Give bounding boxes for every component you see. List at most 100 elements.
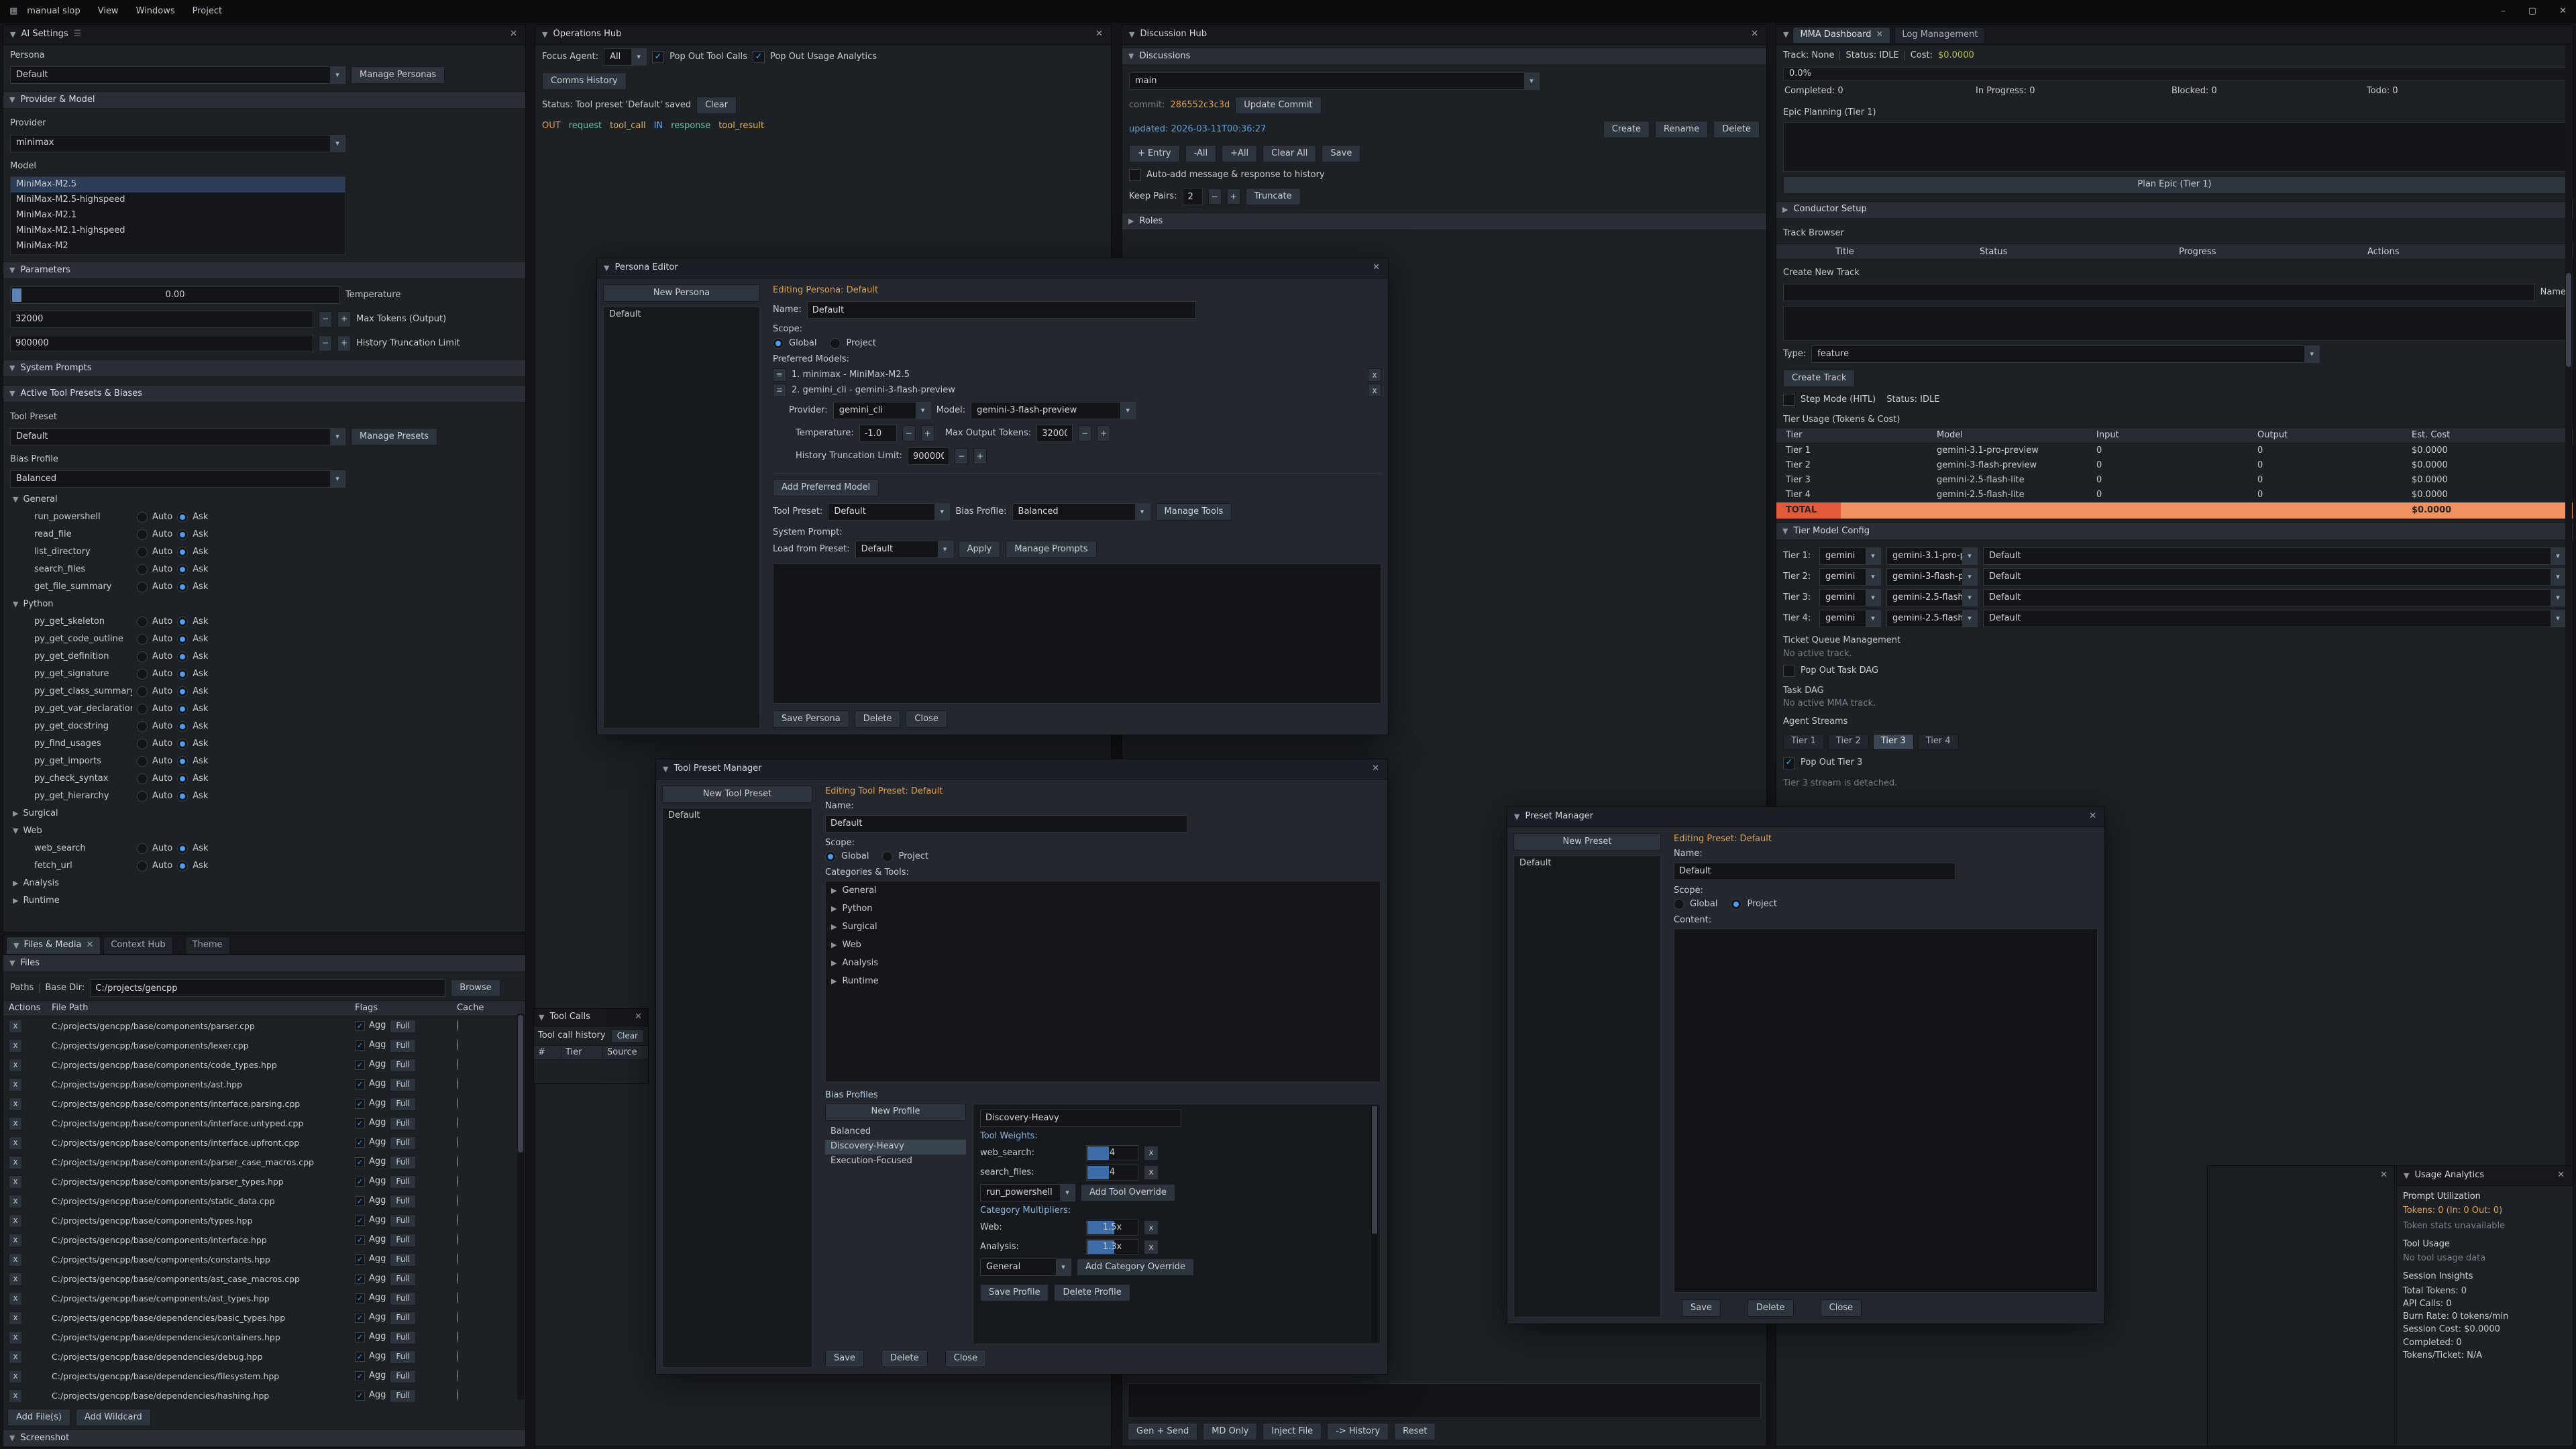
menu-item[interactable]: Project xyxy=(193,6,222,17)
persona-editor-titlebar[interactable]: ▼ Persona Editor ✕ xyxy=(597,258,1388,278)
tier-provider-dropdown[interactable]: gemini ▾ xyxy=(1819,589,1881,606)
auto-radio[interactable] xyxy=(137,634,148,645)
caret-down-icon[interactable]: ▼ xyxy=(604,264,609,273)
auto-radio[interactable] xyxy=(137,529,148,540)
close-dialog-button[interactable]: Close xyxy=(945,1350,986,1367)
temperature-slider[interactable]: 0.00 xyxy=(10,286,340,304)
ask-radio[interactable] xyxy=(177,512,188,523)
tab-theme[interactable]: Theme xyxy=(185,936,230,954)
remove-model-button[interactable]: x xyxy=(1368,368,1381,382)
tier-provider-dropdown[interactable]: gemini ▾ xyxy=(1819,610,1881,627)
auto-radio[interactable] xyxy=(137,616,148,627)
apply-button[interactable]: Apply xyxy=(959,541,1001,558)
drag-handle-icon[interactable]: ≡ xyxy=(773,368,786,382)
category-row[interactable]: ▶ Analysis xyxy=(826,954,1380,972)
full-button[interactable]: Full xyxy=(390,1039,416,1053)
decrement-icon[interactable]: − xyxy=(1208,189,1222,205)
add-category-override-button[interactable]: Add Category Override xyxy=(1077,1258,1194,1276)
truncate-button[interactable]: Truncate xyxy=(1246,188,1301,205)
message-composer-textarea[interactable] xyxy=(1128,1383,1761,1418)
composer-button[interactable]: -> History xyxy=(1327,1423,1389,1440)
multiplier-input[interactable]: 1.3x xyxy=(1086,1239,1138,1255)
tab-log-management[interactable]: Log Management xyxy=(1894,27,1985,43)
close-icon[interactable]: ✕ xyxy=(2088,811,2098,822)
add-entry-button[interactable]: + Entry xyxy=(1129,145,1180,162)
ask-radio[interactable] xyxy=(177,843,188,854)
remove-file-button[interactable]: x xyxy=(9,1389,22,1403)
auto-radio[interactable] xyxy=(137,756,148,767)
tier-provider-dropdown[interactable]: gemini ▾ xyxy=(1819,568,1881,586)
full-button[interactable]: Full xyxy=(390,1311,416,1325)
global-radio[interactable] xyxy=(773,338,784,349)
caret-down-icon[interactable]: ▼ xyxy=(542,30,547,40)
increment-icon[interactable]: + xyxy=(337,335,351,352)
agg-checkbox[interactable]: ✓ xyxy=(355,1021,365,1031)
operations-hub-header[interactable]: ▼ Operations Hub ✕ xyxy=(535,25,1111,45)
category-row[interactable]: ▶ Runtime xyxy=(826,972,1380,990)
remove-file-button[interactable]: x xyxy=(9,1020,22,1033)
remove-model-button[interactable]: x xyxy=(1368,384,1381,397)
full-button[interactable]: Full xyxy=(390,1078,416,1091)
persona-dropdown[interactable]: Default ▾ xyxy=(10,66,345,84)
decrement-icon[interactable]: − xyxy=(319,335,332,352)
remove-file-button[interactable]: x xyxy=(9,1078,22,1091)
bias-profile-item[interactable]: Execution-Focused xyxy=(825,1155,966,1169)
category-override-dropdown[interactable]: General ▾ xyxy=(980,1258,1071,1276)
tier-preset-dropdown[interactable]: Default ▾ xyxy=(1983,589,2566,606)
tier-model-dropdown[interactable]: gemini-3.1-pro-preview ▾ xyxy=(1886,547,1978,565)
composer-button[interactable]: Reset xyxy=(1394,1423,1436,1440)
agg-checkbox[interactable]: ✓ xyxy=(355,1216,365,1226)
close-dialog-button[interactable]: Close xyxy=(906,710,947,728)
group-header-surgical[interactable]: ▶ Surgical xyxy=(3,805,525,822)
agg-checkbox[interactable]: ✓ xyxy=(355,1138,365,1148)
decrement-icon[interactable]: − xyxy=(319,311,332,327)
agg-checkbox[interactable]: ✓ xyxy=(355,1177,365,1187)
agg-checkbox[interactable]: ✓ xyxy=(355,1040,365,1051)
track-type-dropdown[interactable]: feature ▾ xyxy=(1811,345,2320,363)
project-radio[interactable] xyxy=(882,851,893,862)
manage-personas-button[interactable]: Manage Personas xyxy=(351,66,445,84)
stream-tab[interactable]: Tier 4 xyxy=(1918,734,1959,750)
clear-all-button[interactable]: Clear All xyxy=(1263,145,1316,162)
remove-file-button[interactable]: x xyxy=(9,1311,22,1325)
close-icon[interactable]: ✕ xyxy=(1371,262,1381,273)
discussions-section-header[interactable]: ▼ Discussions xyxy=(1122,48,1766,65)
auto-radio[interactable] xyxy=(137,651,148,662)
full-button[interactable]: Full xyxy=(390,1234,416,1247)
increment-icon[interactable]: + xyxy=(921,425,934,441)
agg-checkbox[interactable]: ✓ xyxy=(355,1157,365,1167)
ask-radio[interactable] xyxy=(177,529,188,540)
agg-checkbox[interactable]: ✓ xyxy=(355,1118,365,1128)
autoadd-checkbox[interactable] xyxy=(1129,169,1141,181)
model-option[interactable]: MiniMax-M2.5 xyxy=(11,177,345,193)
tool-override-dropdown[interactable]: run_powershell ▾ xyxy=(980,1184,1075,1201)
caret-down-icon[interactable]: ▼ xyxy=(1129,30,1134,40)
tab-files-media[interactable]: ▼ Files & Media ✕ xyxy=(6,936,101,954)
ask-radio[interactable] xyxy=(177,634,188,645)
tier-model-config-header[interactable]: ▼ Tier Model Config xyxy=(1776,523,2573,540)
load-preset-dropdown[interactable]: Default ▾ xyxy=(855,541,953,558)
ask-radio[interactable] xyxy=(177,651,188,662)
manage-prompts-button[interactable]: Manage Prompts xyxy=(1006,541,1096,558)
minimize-icon[interactable]: – xyxy=(2501,6,2506,17)
scrollbar-thumb[interactable] xyxy=(2566,273,2571,367)
add-tool-override-button[interactable]: Add Tool Override xyxy=(1081,1184,1175,1201)
model-option[interactable]: MiniMax-M2 xyxy=(11,239,345,254)
agg-checkbox[interactable]: ✓ xyxy=(355,1371,365,1381)
auto-radio[interactable] xyxy=(137,861,148,871)
composer-button[interactable]: Gen + Send xyxy=(1128,1423,1197,1440)
caret-down-icon[interactable]: ▼ xyxy=(1783,30,1788,40)
full-button[interactable]: Full xyxy=(390,1273,416,1286)
full-button[interactable]: Full xyxy=(390,1331,416,1344)
caret-down-icon[interactable]: ▼ xyxy=(539,1013,544,1022)
tool-preset-list-item[interactable]: Default xyxy=(663,808,812,824)
tool-calls-header[interactable]: ▼ Tool Calls ✕ xyxy=(534,1009,648,1026)
tool-preset-dropdown[interactable]: Default ▾ xyxy=(828,503,950,521)
decrement-icon[interactable]: − xyxy=(902,425,916,441)
close-icon[interactable]: ✕ xyxy=(2556,1170,2566,1181)
popout-usage-checkbox[interactable]: ✓ xyxy=(753,51,765,63)
plan-epic-button[interactable]: Plan Epic (Tier 1) xyxy=(1783,176,2566,194)
auto-radio[interactable] xyxy=(137,582,148,592)
ask-radio[interactable] xyxy=(177,547,188,557)
auto-radio[interactable] xyxy=(137,512,148,523)
